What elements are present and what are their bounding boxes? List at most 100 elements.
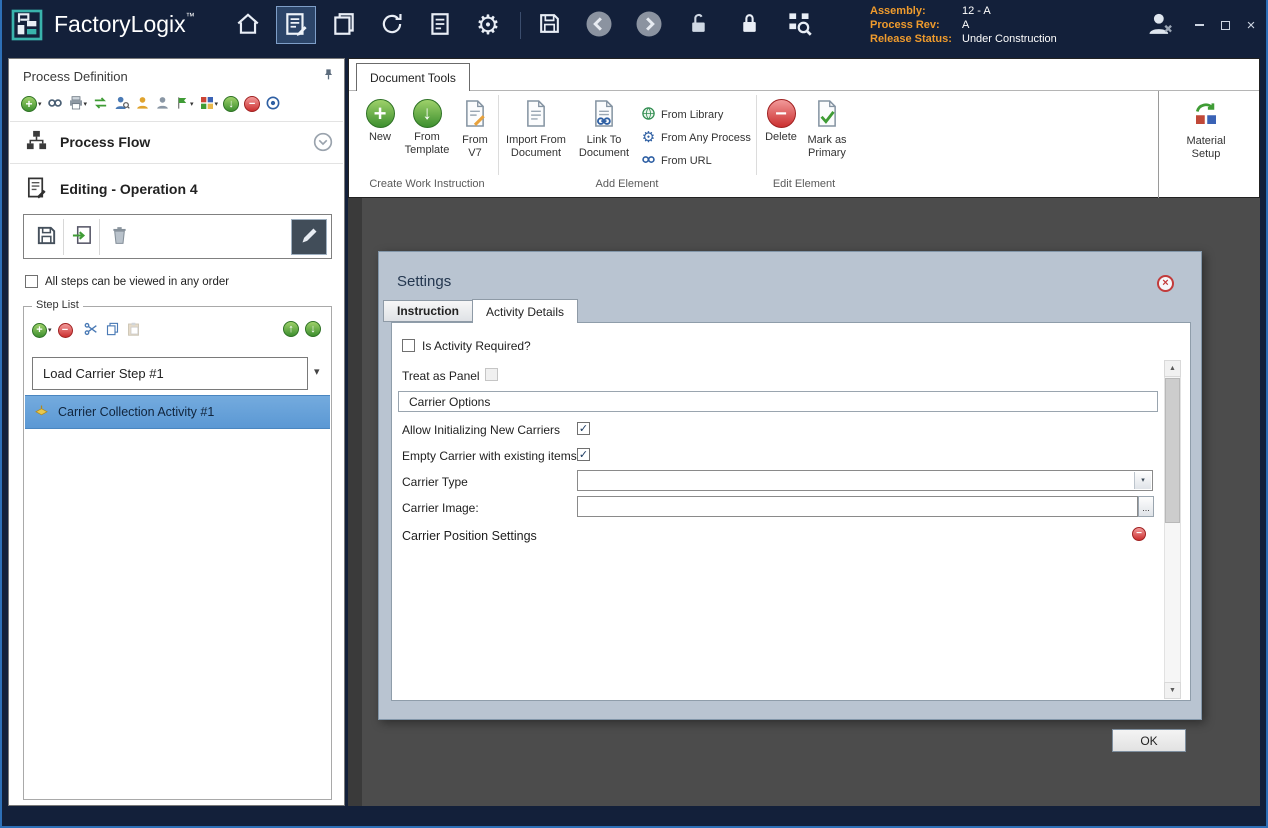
scroll-down-button[interactable] — [1164, 682, 1181, 699]
print-dropdown-button[interactable] — [68, 95, 88, 114]
panel-title: Process Definition — [23, 69, 128, 84]
home-button[interactable] — [228, 6, 268, 44]
from-template-button[interactable]: From Template — [401, 99, 453, 157]
tab-document-tools[interactable]: Document Tools — [356, 63, 470, 91]
maximize-button[interactable] — [1212, 14, 1238, 36]
process-flow-expander[interactable] — [313, 132, 333, 155]
process-search-button[interactable] — [779, 6, 819, 44]
step-name-dropdown-chevron[interactable] — [314, 367, 320, 378]
release-status-value: Under Construction — [962, 33, 1057, 45]
treat-as-panel-checkbox[interactable] — [485, 368, 498, 381]
from-library-button[interactable]: From Library — [641, 103, 751, 126]
new-label: New — [369, 131, 391, 144]
carrier-type-label: Carrier Type — [402, 475, 468, 489]
app-title-trademark: ™ — [186, 11, 195, 21]
material-setup-button[interactable]: Material Setup — [1166, 99, 1246, 161]
empty-carrier-checkbox[interactable] — [577, 448, 590, 461]
pin-button[interactable] — [319, 67, 337, 85]
app-title: FactoryLogix™ — [54, 11, 195, 38]
move-step-up-button[interactable] — [283, 321, 299, 337]
paste-button[interactable] — [126, 321, 141, 340]
close-button[interactable] — [1238, 14, 1264, 36]
panel-scrollbar[interactable] — [1164, 360, 1181, 699]
edit-list-icon — [25, 174, 48, 204]
record-button[interactable] — [265, 95, 281, 114]
lock-button[interactable] — [729, 6, 769, 44]
user-logout-icon — [1145, 10, 1175, 41]
sync-icon — [379, 11, 405, 40]
from-url-icon — [641, 152, 656, 170]
move-down-button[interactable] — [223, 96, 239, 112]
tab-activity-details[interactable]: Activity Details — [472, 299, 578, 323]
dialog-close-button[interactable] — [1157, 275, 1174, 292]
from-url-button[interactable]: From URL — [641, 149, 751, 172]
titlebar-nav-group — [228, 6, 508, 44]
save-button[interactable] — [529, 6, 569, 44]
cut-button[interactable] — [83, 321, 99, 340]
settings-button[interactable] — [468, 6, 508, 44]
user-gray-button[interactable] — [155, 95, 170, 114]
editing-header: Editing - Operation 4 — [9, 171, 344, 207]
remove-carrier-position-button[interactable] — [1132, 527, 1146, 541]
import-from-document-icon — [523, 99, 549, 131]
add-dropdown-button[interactable] — [21, 96, 42, 112]
tab-instruction[interactable]: Instruction — [383, 300, 473, 322]
carrier-type-combobox[interactable] — [577, 470, 1153, 491]
carrier-position-label: Carrier Position Settings — [402, 529, 537, 543]
allow-initializing-checkbox[interactable] — [577, 422, 590, 435]
carrier-image-input[interactable] — [577, 496, 1138, 517]
move-step-down-button[interactable] — [305, 321, 321, 337]
user-session-button[interactable] — [1142, 10, 1178, 40]
maximize-icon — [1221, 21, 1230, 30]
from-template-label: From Template — [401, 131, 453, 157]
remove-step-button[interactable] — [58, 323, 73, 338]
process-definition-button[interactable] — [276, 6, 316, 44]
user-yellow-button[interactable] — [135, 95, 150, 114]
delete-step-button[interactable] — [102, 219, 136, 255]
copy-button[interactable] — [105, 321, 120, 340]
templates-button[interactable] — [324, 6, 364, 44]
process-flow-header[interactable]: Process Flow — [9, 126, 344, 158]
delete-icon — [767, 99, 796, 128]
is-activity-required-checkbox[interactable] — [402, 339, 415, 352]
activity-list-item[interactable]: Carrier Collection Activity #1 — [25, 395, 330, 429]
scroll-up-button[interactable] — [1164, 360, 1181, 377]
divider — [10, 121, 343, 122]
remove-button[interactable] — [244, 96, 260, 112]
step-name-box[interactable]: Load Carrier Step #1 — [32, 357, 308, 390]
carrier-image-browse-button[interactable]: ... — [1138, 496, 1154, 517]
from-any-process-button[interactable]: From Any Process — [641, 126, 751, 149]
scrollbar-thumb[interactable] — [1165, 378, 1180, 523]
create-group-title: Create Work Instruction — [356, 178, 498, 190]
delete-element-button[interactable]: Delete — [761, 99, 801, 144]
carrier-type-dropdown-button[interactable] — [1134, 472, 1151, 489]
new-button[interactable]: New — [361, 99, 399, 144]
activity-icon — [33, 403, 50, 421]
back-button[interactable] — [579, 6, 619, 44]
edit-step-button[interactable] — [291, 219, 327, 255]
save-step-button[interactable] — [30, 219, 64, 255]
process-rev-value: A — [962, 19, 969, 31]
import-from-document-button[interactable]: Import From Document — [501, 99, 571, 160]
link-to-document-label: Link To Document — [573, 134, 635, 160]
add-step-dropdown-button[interactable] — [32, 323, 52, 338]
ok-button[interactable]: OK — [1112, 729, 1186, 752]
link-to-document-button[interactable]: Link To Document — [573, 99, 635, 160]
from-url-label: From URL — [661, 155, 712, 167]
flag-dropdown-button[interactable] — [175, 95, 194, 114]
forward-button[interactable] — [629, 6, 669, 44]
import-step-button[interactable] — [66, 219, 100, 255]
unlock-button[interactable] — [679, 6, 719, 44]
from-v7-button[interactable]: From V7 — [455, 99, 495, 160]
order-checkbox[interactable] — [25, 275, 38, 288]
sync-button[interactable] — [372, 6, 412, 44]
link-button[interactable] — [47, 95, 63, 114]
minimize-button[interactable] — [1186, 14, 1212, 36]
transfer-button[interactable] — [92, 95, 109, 114]
tab-activity-details-label: Activity Details — [486, 305, 564, 319]
trash-icon — [109, 224, 130, 250]
user-search-button[interactable] — [114, 95, 130, 114]
reports-button[interactable] — [420, 6, 460, 44]
palette-dropdown-button[interactable] — [199, 95, 219, 114]
mark-as-primary-button[interactable]: Mark as Primary — [803, 99, 851, 160]
